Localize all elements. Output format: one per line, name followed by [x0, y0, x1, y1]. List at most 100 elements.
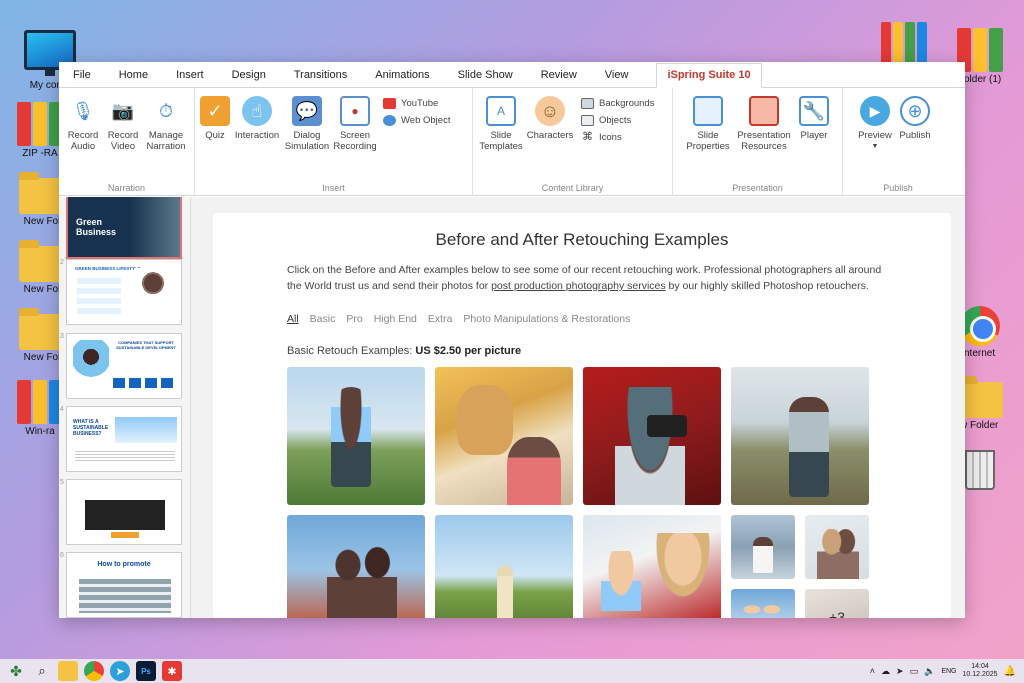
photo-figure: [507, 437, 561, 505]
photo-photographer[interactable]: [583, 367, 721, 505]
photo-family-small[interactable]: [731, 589, 795, 618]
search-icon[interactable]: ⌕: [32, 661, 52, 681]
thumbnail-number: 5: [60, 479, 64, 486]
filter-basic[interactable]: Basic: [310, 313, 336, 325]
file-explorer-icon[interactable]: [58, 661, 78, 681]
chrome-icon[interactable]: [84, 661, 104, 681]
filter-high-end[interactable]: High End: [374, 313, 417, 325]
screen-recording-button[interactable]: ● Screen Recording: [331, 96, 379, 152]
clock[interactable]: 14:04 10.12.2025: [963, 663, 998, 679]
slide-thumbnail-4[interactable]: WHAT IS A SUSTAINABLE BUSINESS?: [66, 406, 182, 472]
ispring-icon[interactable]: ✱: [162, 661, 182, 681]
slide-properties-button[interactable]: Slide Properties: [683, 96, 733, 152]
photoshop-icon[interactable]: Ps: [136, 661, 156, 681]
wifi-icon[interactable]: ▭: [910, 666, 919, 677]
interaction-button[interactable]: ☝ Interaction: [231, 96, 283, 141]
menu-transitions[interactable]: Transitions: [294, 69, 347, 87]
slide-templates-icon: A: [486, 96, 516, 126]
quiz-button[interactable]: ✓ Quiz: [199, 96, 231, 141]
photo-couple-bridge[interactable]: [287, 515, 425, 618]
presentation-resources-button[interactable]: Presentation Resources: [733, 96, 795, 152]
dialog-simulation-button[interactable]: 💬 Dialog Simulation: [283, 96, 331, 152]
quiz-icon: ✓: [200, 96, 230, 126]
photo-figure: [615, 387, 685, 505]
telegram-tray-icon[interactable]: ➤: [896, 666, 904, 677]
web-object-button[interactable]: Web Object: [383, 115, 450, 126]
slide-properties-icon: [693, 96, 723, 126]
menu-slide-show[interactable]: Slide Show: [458, 69, 513, 87]
photo-mountain-couple[interactable]: [731, 515, 795, 579]
language-indicator[interactable]: ENG: [941, 668, 956, 675]
objects-label: Objects: [599, 115, 632, 126]
backgrounds-button[interactable]: Backgrounds: [581, 98, 654, 109]
filter-extra[interactable]: Extra: [428, 313, 453, 325]
menu-review[interactable]: Review: [541, 69, 577, 87]
filter-manipulations[interactable]: Photo Manipulations & Restorations: [463, 313, 630, 325]
thumbnail-text: [75, 451, 175, 461]
photo-hug-couple[interactable]: [805, 515, 869, 579]
record-video-button[interactable]: 📷 Record Video: [103, 96, 143, 153]
volume-icon[interactable]: 🔈: [924, 666, 935, 677]
preview-button[interactable]: ▶ Preview ▼: [855, 96, 895, 152]
desktop-icon-archive-right[interactable]: [872, 22, 936, 66]
slide-thumbnail-5[interactable]: [66, 479, 182, 545]
chevron-down-icon[interactable]: ▼: [872, 141, 879, 152]
thumbnail-form: [85, 500, 165, 530]
post-production-link[interactable]: post production photography services: [491, 280, 666, 292]
characters-button[interactable]: ☺ Characters: [525, 96, 575, 141]
icons-label: Icons: [599, 132, 622, 143]
photo-field-woman[interactable]: [435, 515, 573, 618]
publish-button[interactable]: ⊕ Publish: [895, 96, 935, 141]
photo-more[interactable]: +3: [805, 589, 869, 618]
menu-insert[interactable]: Insert: [176, 69, 204, 87]
narration-group-label: Narration: [107, 183, 145, 193]
menu-animations[interactable]: Animations: [375, 69, 429, 87]
photo-couple-dog[interactable]: [435, 367, 573, 505]
menu-view[interactable]: View: [605, 69, 629, 87]
more-photos-badge: +3: [829, 609, 845, 618]
icons-button[interactable]: ⌘ Icons: [581, 132, 654, 144]
photo-piggyback[interactable]: [731, 367, 869, 505]
slide-templates-label: Slide Templates: [479, 130, 523, 152]
photo-car-family[interactable]: [583, 515, 721, 618]
record-video-label: Record Video: [107, 130, 139, 152]
slide-thumbnail-6[interactable]: How to promote: [66, 552, 182, 618]
presentation-resources-label: Presentation Resources: [737, 130, 791, 152]
filter-pro[interactable]: Pro: [346, 313, 362, 325]
quiz-label: Quiz: [205, 130, 225, 141]
dialog-icon: 💬: [292, 96, 322, 126]
slide-canvas[interactable]: Before and After Retouching Examples Cli…: [213, 213, 951, 618]
youtube-button[interactable]: YouTube: [383, 98, 450, 109]
slide-templates-button[interactable]: A Slide Templates: [477, 96, 525, 152]
objects-button[interactable]: Objects: [581, 115, 654, 126]
start-icon[interactable]: ✤: [6, 661, 26, 681]
record-audio-button[interactable]: 🎙 Record Audio: [63, 96, 103, 153]
network-icon[interactable]: ☁: [881, 666, 890, 677]
group-insert: ✓ Quiz ☝ Interaction 💬 Dialog Simulation…: [195, 88, 473, 195]
microphone-icon: 🎙: [71, 100, 95, 121]
menu-home[interactable]: Home: [119, 69, 148, 87]
filter-all[interactable]: All: [287, 313, 299, 325]
notification-icon[interactable]: 🔔: [1004, 666, 1016, 677]
group-presentation: Slide Properties Presentation Resources …: [673, 88, 843, 195]
manage-narration-button[interactable]: ⏱ Manage Narration: [143, 96, 189, 153]
slide-thumbnails-pane[interactable]: 1 Green Business 2 GREEN BUSINESS LIFEST…: [59, 197, 191, 618]
group-publish: ▶ Preview ▼ ⊕ Publish Publish: [843, 88, 953, 195]
objects-icon: [581, 115, 594, 126]
thumbnail-image: [115, 417, 177, 443]
menu-design[interactable]: Design: [232, 69, 266, 87]
thumbnail-number: 2: [60, 259, 64, 266]
thumbnail-list: [77, 278, 121, 318]
slide-thumbnail-2[interactable]: GREEN BUSINESS LIFESTYLE: [66, 259, 182, 325]
publish-label: Publish: [899, 130, 931, 141]
insert-group-label: Insert: [322, 183, 345, 193]
slide-thumbnail-1[interactable]: Green Business: [66, 197, 182, 259]
menu-ispring-suite[interactable]: iSpring Suite 10: [656, 63, 762, 88]
player-button[interactable]: 🔧 Player: [795, 96, 833, 141]
menu-file[interactable]: File: [73, 69, 91, 87]
thumbnail-title: Green Business: [76, 217, 117, 237]
slide-thumbnail-3[interactable]: COMPANIES THAT SUPPORT SUSTAINABLE DEVEL…: [66, 333, 182, 399]
telegram-icon[interactable]: ➤: [110, 661, 130, 681]
photo-couple-beach[interactable]: [287, 367, 425, 505]
chevron-up-icon[interactable]: ˄: [870, 666, 875, 676]
